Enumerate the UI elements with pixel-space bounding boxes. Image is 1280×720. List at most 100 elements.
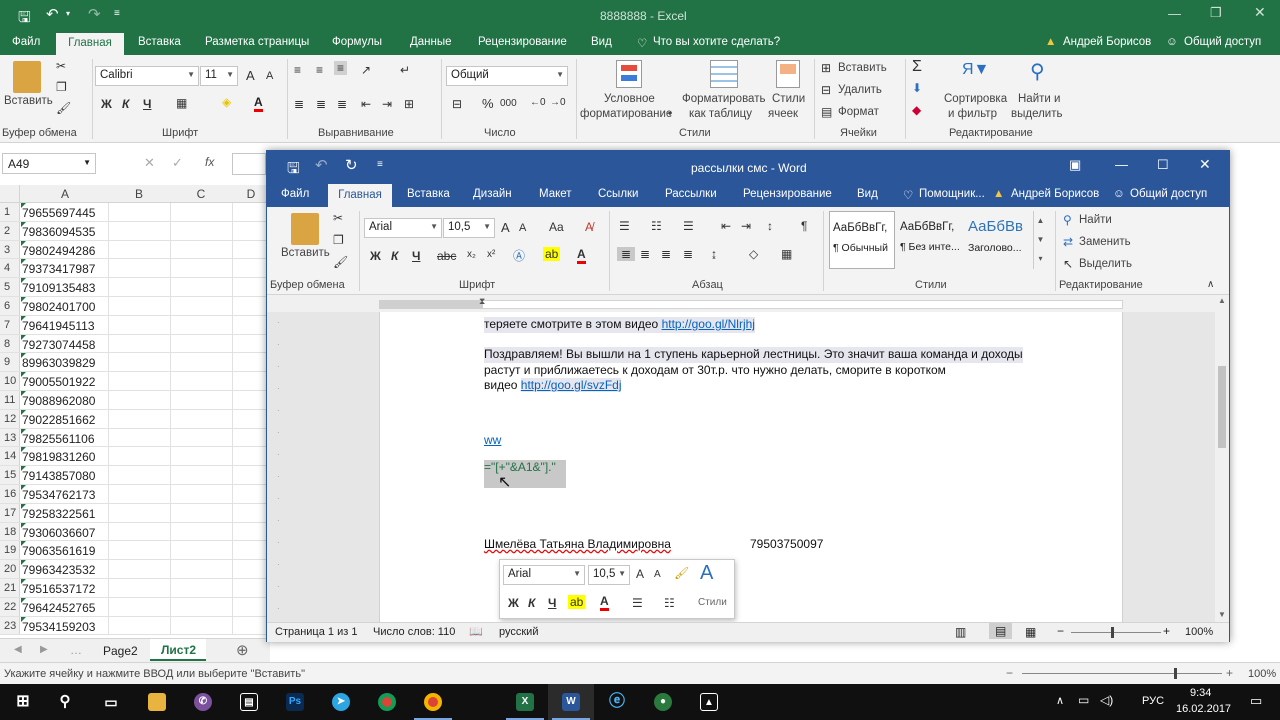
ribbon-display-icon[interactable]: ▣ (1069, 157, 1081, 173)
telegram-button[interactable]: ➤ (318, 684, 364, 720)
comma-style-button[interactable]: 000 (500, 98, 517, 109)
maximize-icon[interactable]: ☐ (1157, 157, 1169, 173)
bullets-icon[interactable]: ☰ (632, 596, 643, 610)
clear-icon[interactable]: ◆ (912, 103, 921, 117)
find-select-button-line2[interactable]: выделить (1011, 108, 1063, 120)
tab-view[interactable]: Вид (591, 36, 612, 48)
row-header[interactable]: 21 (0, 579, 20, 597)
collapse-ribbon-icon[interactable]: ∧ (1207, 279, 1214, 290)
table-row[interactable]: 17 79258322561 (0, 503, 270, 523)
table-row[interactable]: 3 79802494286 (0, 240, 270, 260)
autosum-icon[interactable]: Σ (912, 58, 922, 76)
cell-value[interactable]: 79022851662 (22, 413, 95, 427)
row-header[interactable]: 12 (0, 409, 20, 428)
mini-size-combo[interactable]: 10,5 ▼ (588, 565, 630, 585)
cancel-icon[interactable]: ✕ (144, 155, 155, 171)
insert-cells-button[interactable]: Вставить (838, 62, 887, 74)
cell-value[interactable]: 89963039829 (22, 356, 95, 370)
cell-value[interactable]: 79306036607 (22, 526, 95, 540)
align-top-icon[interactable]: ≡ (294, 63, 301, 77)
table-row[interactable]: 2 79836094535 (0, 221, 270, 241)
table-row[interactable]: 8 79273074458 (0, 334, 270, 354)
find-icon[interactable]: ⚲ (1063, 213, 1072, 227)
tab-layout[interactable]: Макет (539, 188, 572, 200)
font-color-button[interactable]: A (254, 95, 263, 112)
cell-value[interactable]: 79534762173 (22, 488, 95, 502)
table-row[interactable]: 5 79109135483 (0, 278, 270, 297)
row-header[interactable]: 11 (0, 391, 20, 409)
tell-me-search[interactable]: Помощник... (919, 188, 985, 200)
row-header[interactable]: 17 (0, 503, 20, 522)
row-header[interactable]: 18 (0, 522, 20, 541)
paste-button[interactable]: Вставить (4, 95, 53, 107)
scroll-thumb[interactable] (1218, 366, 1226, 448)
bold-button[interactable]: Ж (508, 596, 519, 610)
search-button[interactable]: ⚲ (42, 684, 88, 720)
table-row[interactable]: 23 79534159203 (0, 616, 270, 636)
scroll-up-icon[interactable]: ▲ (1218, 296, 1226, 305)
redo-icon[interactable]: ↷ (88, 5, 101, 23)
read-mode-icon[interactable]: ▥ (955, 625, 966, 639)
cell-value[interactable]: 79109135483 (22, 281, 95, 295)
clock-date[interactable]: 16.02.2017 (1176, 703, 1231, 715)
chrome-button[interactable] (364, 684, 410, 720)
font-size-combo[interactable]: 11 ▼ (200, 66, 238, 86)
align-right-icon[interactable]: ≣ (661, 247, 671, 261)
add-sheet-icon[interactable]: ⊕ (236, 641, 249, 659)
selected-formula-text[interactable]: ="[+"&A1&"]." (484, 460, 566, 488)
grow-font-icon[interactable]: A (246, 68, 255, 83)
cell-value[interactable]: 79802494286 (22, 244, 95, 258)
save-icon[interactable]: 🖫 (287, 158, 300, 183)
highlight-icon[interactable]: ab (543, 247, 561, 261)
align-center-icon[interactable]: ≣ (316, 97, 326, 111)
font-size-combo[interactable]: 10,5 ▼ (443, 218, 495, 238)
select-button[interactable]: Выделить (1079, 258, 1132, 270)
close-icon[interactable]: ✕ (1199, 156, 1211, 173)
zoom-in-icon[interactable]: + (1163, 624, 1170, 638)
save-icon[interactable]: 🖫 (18, 7, 31, 32)
increase-indent-icon[interactable]: ⇥ (741, 219, 751, 233)
row-header[interactable]: 5 (0, 278, 20, 296)
scroll-down-icon[interactable]: ▼ (1218, 610, 1226, 619)
volume-icon[interactable]: ◁) (1100, 693, 1113, 707)
cell-value[interactable]: 79516537172 (22, 582, 95, 596)
table-row[interactable]: 12 79022851662 (0, 409, 270, 429)
cell-value[interactable]: 79963423532 (22, 563, 95, 577)
decrease-indent-icon[interactable]: ⇤ (721, 219, 731, 233)
delete-cells-button[interactable]: Удалить (838, 84, 882, 96)
table-row[interactable]: 1 79655697445 (0, 203, 270, 222)
delete-cells-icon[interactable]: ⊟ (821, 83, 831, 97)
cell-value[interactable]: 79088962080 (22, 394, 95, 408)
minimize-icon[interactable]: — (1115, 157, 1128, 172)
format-painter-icon[interactable]: 🖌 (56, 101, 71, 115)
table-row[interactable]: 10 79005501922 (0, 372, 270, 391)
multilevel-list-icon[interactable]: ☰ (683, 219, 694, 233)
style-normal[interactable]: АаБбВвГг, ¶ Обычный (829, 211, 895, 269)
user-name[interactable]: Андрей Борисов (1011, 188, 1099, 200)
grow-font-icon[interactable]: A (501, 220, 510, 235)
styles-gallery-scroll[interactable]: ▲ ▼ ▾ (1033, 211, 1047, 269)
increase-decimal-icon[interactable]: ←0 (530, 97, 546, 108)
cell-styles-button[interactable]: Стили (772, 93, 805, 105)
input-language[interactable]: РУС (1142, 695, 1164, 707)
cell-styles-button-line2[interactable]: ячеек (768, 108, 798, 120)
tab-formulas[interactable]: Формулы (332, 36, 382, 48)
format-as-table-icon[interactable] (710, 60, 738, 88)
paste-button[interactable]: Вставить (281, 247, 330, 259)
table-row[interactable]: 7 79641945113 (0, 315, 270, 335)
clear-formatting-icon[interactable]: A̸ (585, 220, 593, 234)
subscript-icon[interactable]: x₂ (467, 249, 476, 260)
restore-icon[interactable]: ❐ (1210, 5, 1222, 21)
align-right-icon[interactable]: ≣ (337, 97, 347, 111)
row-header[interactable]: 4 (0, 259, 20, 278)
row-header[interactable]: 14 (0, 447, 20, 466)
select-icon[interactable]: ↖ (1063, 257, 1073, 271)
borders-icon[interactable]: ▦ (176, 96, 187, 110)
underline-button[interactable]: Ч (143, 97, 151, 111)
align-bottom-icon[interactable]: ≡ (334, 61, 348, 75)
conditional-formatting-button-line2[interactable]: форматирование (580, 108, 672, 120)
align-left-icon[interactable]: ≣ (617, 247, 636, 261)
web-layout-icon[interactable]: ▦ (1025, 625, 1036, 639)
user-name[interactable]: Андрей Борисов (1063, 36, 1151, 48)
align-left-icon[interactable]: ≣ (294, 97, 304, 111)
